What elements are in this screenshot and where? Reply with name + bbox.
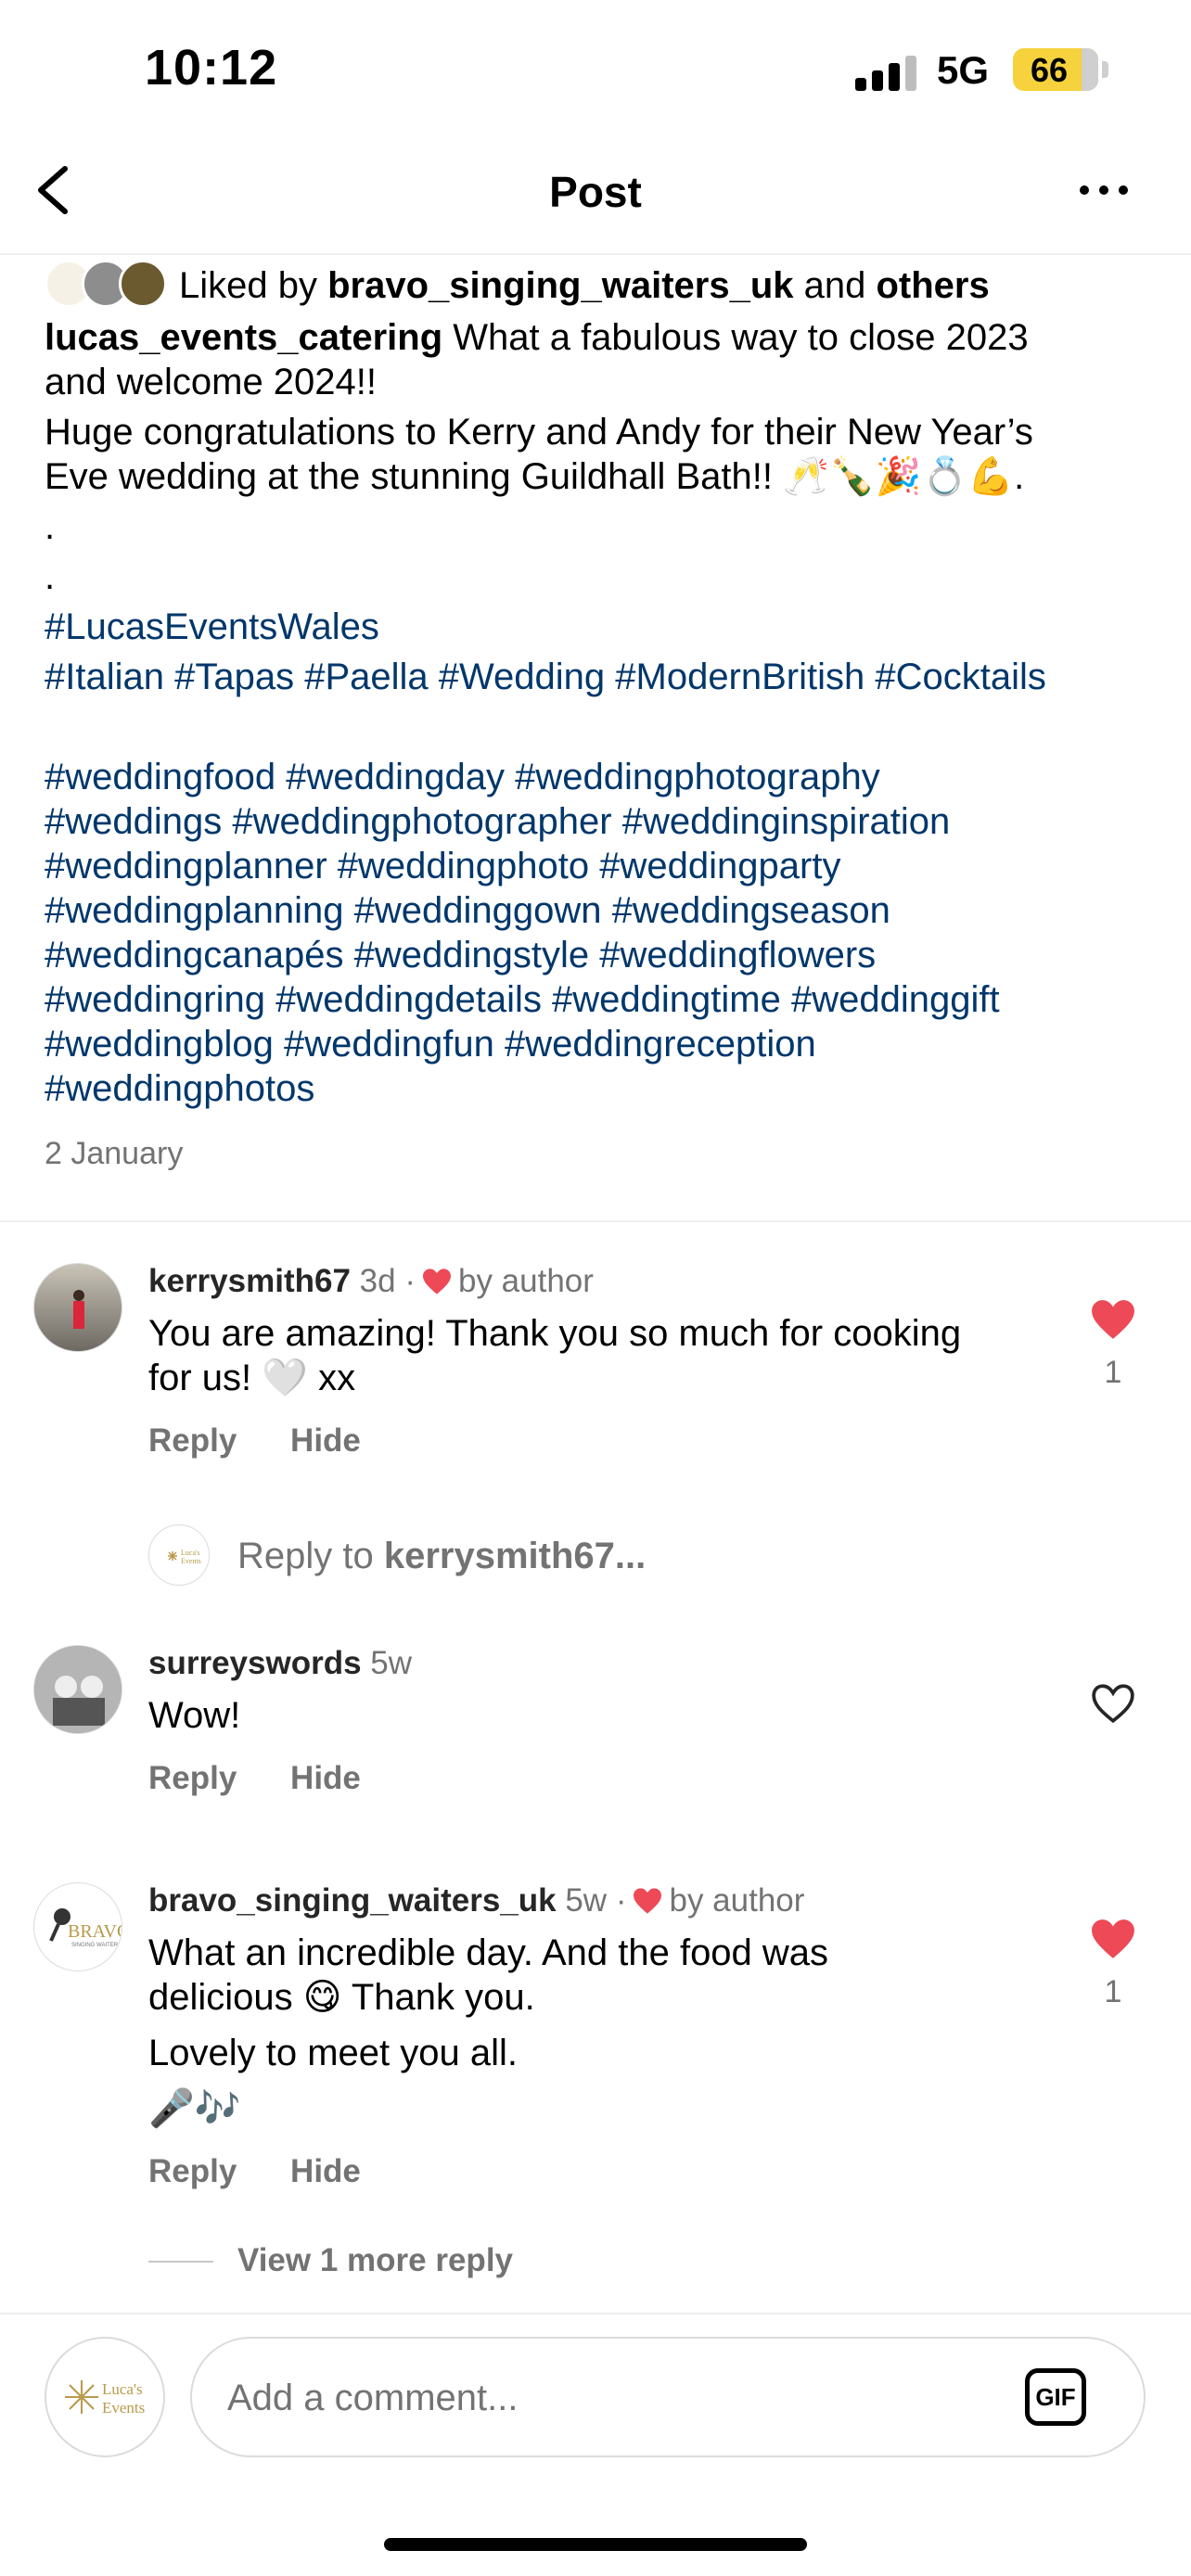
svg-text:Events: Events (102, 2399, 145, 2417)
reply-to-text: Reply to kerrysmith67... (237, 1536, 647, 1576)
divider (148, 2261, 213, 2263)
caption-line: Eve wedding at the stunning Guildhall Ba… (45, 456, 1025, 497)
comment-input[interactable]: Add a comment... GIF (190, 2337, 1146, 2457)
svg-text:SINGING WAITERS: SINGING WAITERS (71, 1943, 122, 1948)
status-bar: 10:12 5G 66 (0, 0, 1191, 139)
likes-others-link[interactable]: others (876, 265, 989, 306)
likes-text: Liked by bravo_singing_waiters_uk and ot… (179, 265, 990, 306)
heart-filled-icon (1092, 1300, 1134, 1339)
hide-button[interactable]: Hide (290, 1760, 361, 1796)
comment-meta: surreyswords 5w (148, 1645, 1039, 1682)
home-indicator[interactable] (384, 2538, 807, 2551)
comment-text: What an incredible day. And the food was… (148, 1932, 829, 2129)
comment-username[interactable]: bravo_singing_waiters_uk (148, 1882, 557, 1919)
caption-line: . (45, 506, 56, 547)
avatar (119, 260, 167, 308)
svg-text:Luca's: Luca's (181, 1549, 200, 1557)
lucas-events-logo-icon: Luca's Events (168, 1549, 201, 1565)
comment-text: Wow! (148, 1695, 241, 1736)
comment-like-button[interactable]: 1 (1085, 1918, 1141, 2010)
like-count: 1 (1104, 1974, 1122, 2009)
battery-icon: 66 (1013, 48, 1098, 91)
post-caption: Liked by bravo_singing_waiters_uk and ot… (45, 252, 1158, 1176)
divider (0, 1220, 1191, 1222)
post-header: Post (0, 139, 1191, 255)
comment-like-button[interactable] (1085, 1682, 1141, 1729)
comment-text: You are amazing! Thank you so much for c… (148, 1313, 962, 1398)
avatar[interactable] (33, 1263, 122, 1352)
gif-button[interactable]: GIF (1025, 2368, 1086, 2426)
hashtag-line[interactable]: #weddingphotos (45, 1066, 1158, 1111)
reply-to-field[interactable]: Luca's Events Reply to kerrysmith67... (148, 1523, 798, 1588)
post-date: 2 January (45, 1136, 184, 1171)
hashtag-line[interactable]: #weddings #weddingphotographer #weddingi… (45, 799, 1158, 844)
reply-button[interactable]: Reply (148, 1422, 237, 1459)
hashtag-line[interactable]: #Italian #Tapas #Paella #Wedding #Modern… (45, 655, 1158, 699)
avatar[interactable]: BRAVO SINGING WAITERS (33, 1882, 122, 1971)
hashtag-line[interactable]: #weddingcanapés #weddingstyle #weddingfl… (45, 933, 1158, 977)
hide-button[interactable]: Hide (290, 1422, 361, 1459)
status-time: 10:12 (145, 40, 278, 96)
signal-icon (855, 54, 920, 91)
caption-line: lucas_events_catering What a fabulous wa… (45, 317, 1029, 358)
hashtag-line[interactable]: #weddingplanning #weddinggown #weddingse… (45, 888, 1158, 933)
likes-summary[interactable]: Liked by bravo_singing_waiters_uk and ot… (45, 252, 1158, 315)
like-count: 1 (1104, 1355, 1122, 1390)
liker-avatars (45, 260, 174, 308)
heart-outline-icon (1092, 1684, 1134, 1724)
reply-button[interactable]: Reply (148, 1760, 237, 1796)
comment-meta: kerrysmith67 3d · by author (148, 1263, 594, 1299)
avatar[interactable] (33, 1645, 122, 1734)
comment-age: 5w (565, 1882, 608, 1919)
heart-filled-icon (1092, 1919, 1134, 1958)
svg-text:Events: Events (181, 1557, 201, 1565)
network-type: 5G (937, 48, 990, 92)
hashtag-line[interactable]: #weddingfood #weddingday #weddingphotogr… (45, 755, 1158, 799)
comment-composer: Luca's Events Add a comment... GIF (0, 2313, 1191, 2470)
caption-author[interactable]: lucas_events_catering (45, 317, 442, 358)
caption-line: . (45, 556, 56, 597)
hashtag-line[interactable]: #weddingblog #weddingfun #weddingrecepti… (45, 1022, 1158, 1066)
svg-text:Luca's: Luca's (102, 2380, 143, 2398)
comment-username[interactable]: kerrysmith67 (148, 1263, 351, 1299)
hashtag-line[interactable]: #weddingring #weddingdetails #weddingtim… (45, 977, 1158, 1022)
liker-username[interactable]: bravo_singing_waiters_uk (327, 265, 793, 306)
svg-text:BRAVO: BRAVO (68, 1921, 122, 1942)
lucas-events-logo-icon: Luca's Events (65, 2380, 145, 2417)
hide-button[interactable]: Hide (290, 2153, 361, 2189)
comment-like-button[interactable]: 1 (1085, 1298, 1141, 1391)
view-more-replies-button[interactable]: View 1 more reply (148, 2238, 705, 2285)
comment-input-placeholder: Add a comment... (227, 2378, 519, 2418)
caption-line: and welcome 2024!! (45, 362, 378, 402)
avatar: Luca's Events (45, 2337, 165, 2457)
comment-meta: bravo_singing_waiters_uk 5w · by author (148, 1882, 805, 1919)
liked-by-author: by author (669, 1882, 805, 1919)
hashtag-line[interactable]: #LucasEventsWales (45, 605, 1158, 649)
bravo-logo-icon: BRAVO SINGING WAITERS (49, 1908, 122, 1948)
avatar-photo (34, 1646, 122, 1733)
more-horizontal-icon (1080, 185, 1128, 195)
avatar: Luca's Events (148, 1524, 210, 1586)
avatar-photo (73, 1290, 84, 1329)
heart-filled-icon (634, 1888, 662, 1914)
caption-line: Huge congratulations to Kerry and Andy f… (45, 412, 1033, 453)
hashtag-line[interactable]: #weddingplanner #weddingphoto #weddingpa… (45, 844, 1158, 888)
comment-age: 3d (359, 1263, 396, 1299)
reply-button[interactable]: Reply (148, 2153, 237, 2189)
view-more-replies-label: View 1 more reply (237, 2242, 514, 2278)
battery-level: 66 (1030, 51, 1069, 89)
liked-by-author: by author (457, 1263, 594, 1299)
more-options-button[interactable] (1071, 176, 1136, 204)
heart-filled-icon (422, 1269, 451, 1294)
page-title: Post (549, 168, 642, 216)
comment-username[interactable]: surreyswords (148, 1645, 362, 1681)
comment-age: 5w (370, 1645, 413, 1681)
